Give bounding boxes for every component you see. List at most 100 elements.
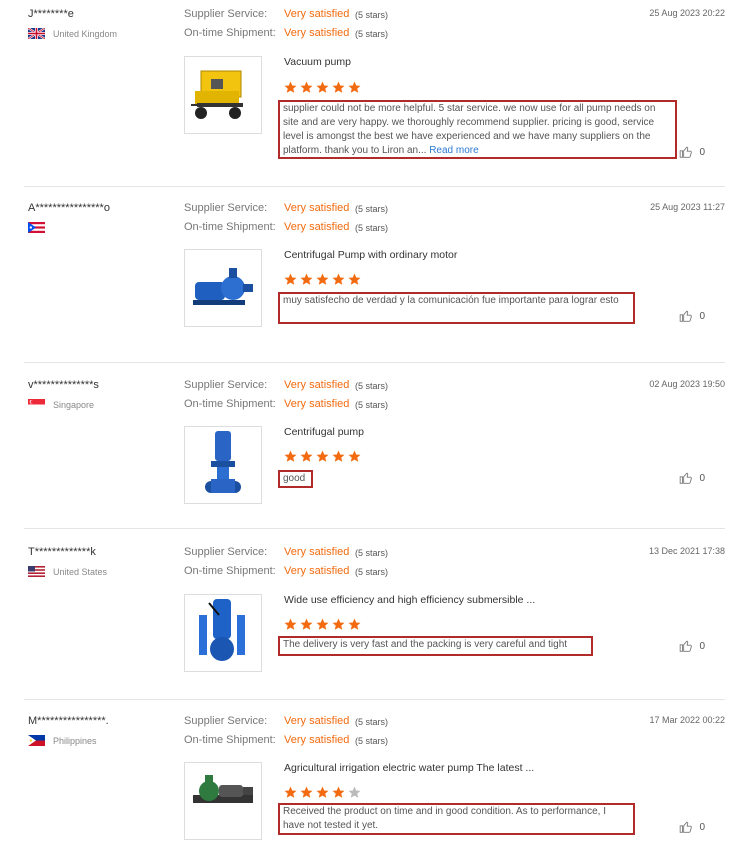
product-thumbnail[interactable] — [184, 594, 262, 672]
star-filled-icon — [316, 786, 329, 798]
ontime-shipment-label: On-time Shipment: — [184, 221, 276, 233]
review-item: A****************o Supplier Service: Ver… — [24, 202, 725, 363]
product-name[interactable]: Agricultural irrigation electric water p… — [284, 762, 534, 774]
comment-text: good — [283, 473, 306, 484]
supplier-service-rating: Very satisfied — [284, 8, 350, 20]
comment-text: The delivery is very fast and the packin… — [283, 639, 568, 650]
supplier-service-stars: (5 stars) — [355, 717, 389, 727]
ontime-shipment-stars: (5 stars) — [355, 567, 389, 577]
star-filled-icon — [300, 618, 313, 630]
thumbs-up-icon — [680, 310, 693, 322]
review-item: T*************k United States Supplier S… — [24, 546, 725, 700]
supplier-service-label: Supplier Service: — [184, 546, 268, 558]
review-comment: muy satisfecho de verdad y la comunicaci… — [278, 292, 635, 324]
review-date: 25 Aug 2023 20:22 — [649, 8, 725, 18]
star-filled-icon — [284, 450, 297, 462]
reviewer-name: v**************s — [28, 379, 99, 391]
like-button[interactable]: 0 — [679, 820, 705, 834]
like-button[interactable]: 0 — [679, 471, 705, 485]
ontime-shipment-rating: Very satisfied — [284, 221, 350, 233]
ontime-shipment-rating: Very satisfied — [284, 27, 350, 39]
star-filled-icon — [316, 450, 329, 462]
star-filled-icon — [284, 273, 297, 285]
ontime-shipment-label: On-time Shipment: — [184, 734, 276, 746]
product-thumbnail[interactable] — [184, 249, 262, 327]
reviewer-country: Philippines — [28, 735, 97, 746]
us-flag-icon — [28, 566, 45, 577]
review-item: v**************s Singapore Supplier Serv… — [24, 379, 725, 529]
product-name[interactable]: Centrifugal pump — [284, 426, 364, 438]
product-thumbnail[interactable] — [184, 762, 262, 840]
star-filled-icon — [284, 81, 297, 93]
reviewer-country: United States — [28, 566, 107, 577]
star-filled-icon — [316, 81, 329, 93]
supplier-service-stars: (5 stars) — [355, 204, 389, 214]
star-filled-icon — [316, 618, 329, 630]
ontime-shipment-stars: (5 stars) — [355, 223, 389, 233]
review-date: 17 Mar 2022 00:22 — [649, 715, 725, 725]
star-filled-icon — [284, 618, 297, 630]
star-filled-icon — [348, 273, 361, 285]
philippines-flag-icon — [28, 735, 45, 746]
product-star-rating — [284, 81, 361, 94]
ontime-shipment-stars: (5 stars) — [355, 736, 389, 746]
product-thumbnail[interactable] — [184, 56, 262, 134]
read-more-link[interactable]: Read more — [429, 145, 478, 156]
product-name[interactable]: Centrifugal Pump with ordinary motor — [284, 249, 457, 261]
star-filled-icon — [332, 81, 345, 93]
review-date: 25 Aug 2023 11:27 — [650, 202, 725, 212]
like-button[interactable]: 0 — [679, 145, 705, 159]
like-count: 0 — [699, 640, 705, 652]
country-name: Singapore — [53, 399, 95, 410]
product-name[interactable]: Wide use efficiency and high efficiency … — [284, 594, 535, 606]
supplier-service-stars: (5 stars) — [355, 10, 389, 20]
vertical-pump-image — [205, 431, 241, 493]
product-name[interactable]: Vacuum pump — [284, 56, 351, 68]
uk-flag-icon — [28, 28, 45, 39]
like-count: 0 — [699, 472, 705, 484]
supplier-service-label: Supplier Service: — [184, 8, 268, 20]
star-filled-icon — [300, 786, 313, 798]
ontime-shipment-rating: Very satisfied — [284, 398, 350, 410]
star-filled-icon — [332, 786, 345, 798]
singapore-flag-icon — [28, 399, 45, 410]
supplier-service-stars: (5 stars) — [355, 381, 389, 391]
star-filled-icon — [284, 786, 297, 798]
ontime-shipment-label: On-time Shipment: — [184, 27, 276, 39]
star-filled-icon — [300, 273, 313, 285]
product-star-rating — [284, 618, 361, 631]
reviewer-name: A****************o — [28, 202, 110, 214]
supplier-service-rating: Very satisfied — [284, 202, 350, 214]
star-filled-icon — [332, 450, 345, 462]
reviewer-name: M****************. — [28, 715, 109, 727]
review-item: M****************. Philippines Supplier … — [24, 715, 725, 848]
product-star-rating — [284, 786, 361, 799]
thumbs-up-icon — [680, 472, 693, 484]
star-filled-icon — [348, 81, 361, 93]
supplier-service-rating: Very satisfied — [284, 379, 350, 391]
ontime-shipment-rating: Very satisfied — [284, 734, 350, 746]
like-button[interactable]: 0 — [679, 639, 705, 653]
review-date: 02 Aug 2023 19:50 — [649, 379, 725, 389]
supplier-service-stars: (5 stars) — [355, 548, 389, 558]
ontime-shipment-label: On-time Shipment: — [184, 398, 276, 410]
supplier-service-label: Supplier Service: — [184, 202, 268, 214]
comment-text: Received the product on time and in good… — [283, 806, 606, 831]
star-filled-icon — [332, 273, 345, 285]
star-filled-icon — [300, 81, 313, 93]
product-thumbnail[interactable] — [184, 426, 262, 504]
star-filled-icon — [348, 618, 361, 630]
like-count: 0 — [699, 310, 705, 322]
star-filled-icon — [316, 273, 329, 285]
reviewer-country: Singapore — [28, 399, 94, 410]
vacuum-pump-image — [191, 70, 243, 119]
like-button[interactable]: 0 — [679, 309, 705, 323]
thumbs-up-icon — [680, 821, 693, 833]
supplier-service-rating: Very satisfied — [284, 546, 350, 558]
review-date: 13 Dec 2021 17:38 — [648, 546, 725, 556]
puerto-rico-flag-icon — [28, 222, 45, 233]
ontime-shipment-rating: Very satisfied — [284, 565, 350, 577]
reviewer-name: T*************k — [28, 546, 96, 558]
like-count: 0 — [699, 821, 705, 833]
supplier-service-label: Supplier Service: — [184, 379, 268, 391]
